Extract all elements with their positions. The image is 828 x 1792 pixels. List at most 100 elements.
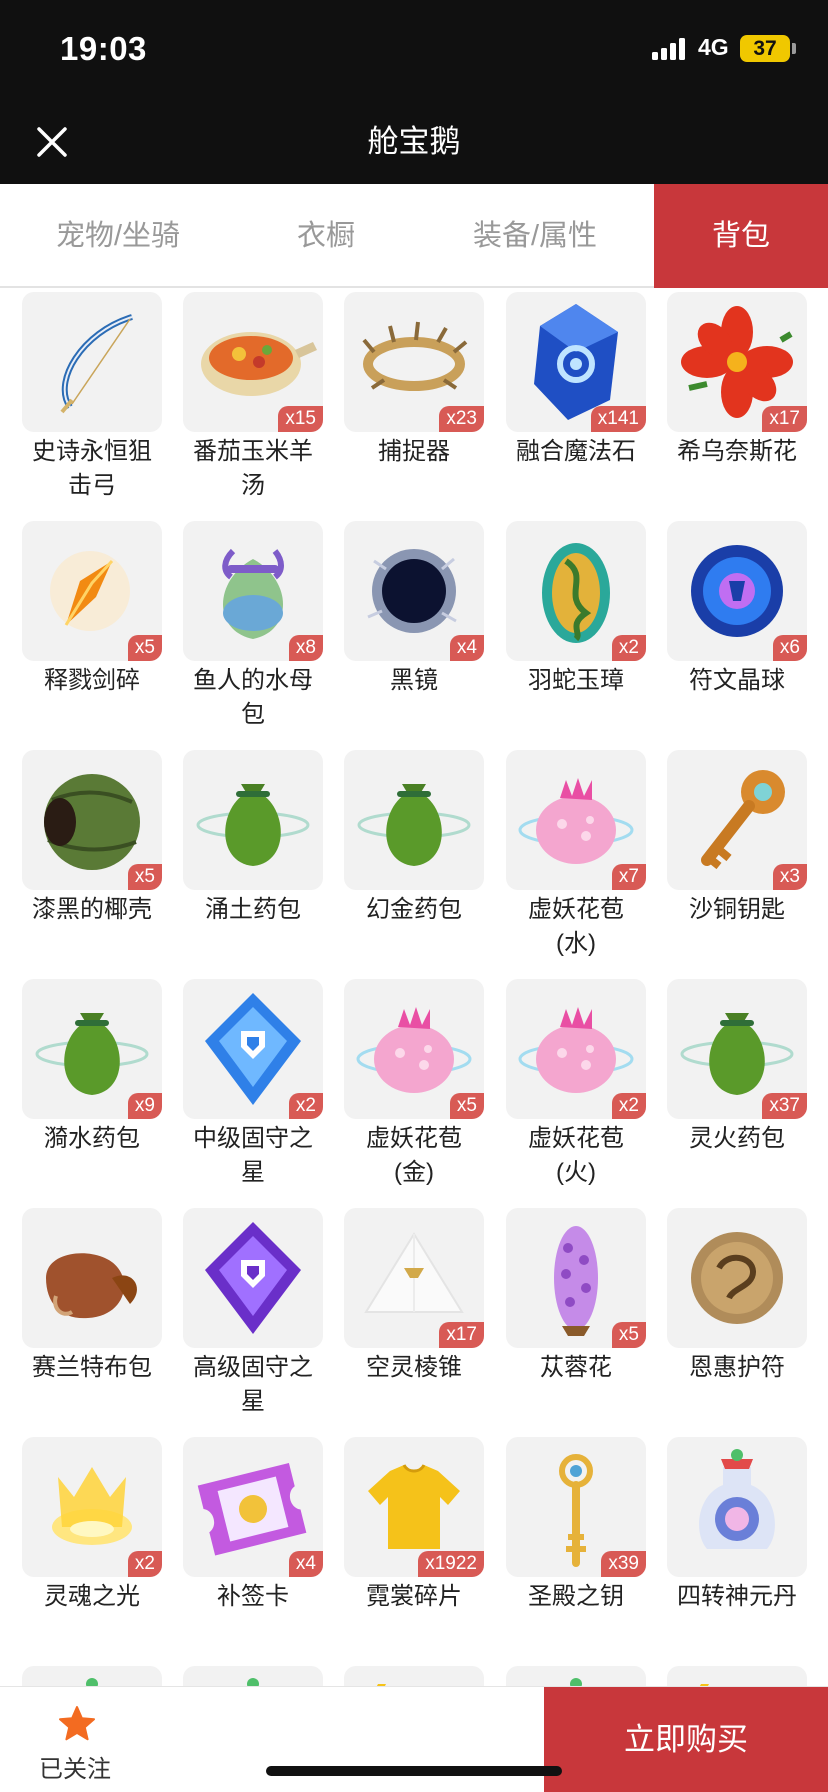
item-name: 霓裳碎片 bbox=[366, 1583, 462, 1610]
item-name: 希乌奈斯花 bbox=[677, 438, 797, 465]
backpack-item[interactable]: x6 符文晶球 bbox=[667, 521, 807, 698]
item-name: 灵火药包 bbox=[689, 1125, 785, 1152]
backpack-item[interactable]: x37 灵火药包 bbox=[667, 979, 807, 1156]
item-thumbnail: x39 bbox=[506, 1437, 646, 1577]
backpack-item[interactable]: 高级固守之 星 bbox=[183, 1208, 323, 1419]
item-count-badge: x7 bbox=[611, 864, 646, 890]
backpack-item[interactable] bbox=[22, 1666, 162, 1686]
status-bar: 19:03 4G 37 bbox=[0, 0, 828, 100]
item-thumbnail bbox=[22, 292, 162, 432]
backpack-item[interactable]: 恩惠护符 bbox=[667, 1208, 807, 1385]
item-count-badge: x23 bbox=[439, 406, 484, 432]
backpack-item[interactable] bbox=[506, 1666, 646, 1686]
lightning-potion-icon bbox=[376, 1684, 386, 1686]
item-count-badge: x5 bbox=[127, 864, 162, 890]
backpack-item[interactable]: x2 灵魂之光 bbox=[22, 1437, 162, 1614]
item-count-badge: x2 bbox=[288, 1093, 323, 1119]
item-name: 四转神元丹 bbox=[677, 1583, 797, 1610]
backpack-item[interactable] bbox=[667, 1666, 807, 1686]
item-thumbnail: x2 bbox=[506, 521, 646, 661]
backpack-item[interactable] bbox=[183, 1666, 323, 1686]
item-thumbnail: x1922 bbox=[344, 1437, 484, 1577]
backpack-item[interactable]: 涌土药包 bbox=[183, 750, 323, 927]
potion-flask-icon bbox=[570, 1678, 582, 1686]
item-name: 黑镜 bbox=[390, 667, 438, 694]
item-name: 灵魂之光 bbox=[44, 1583, 140, 1610]
item-name: 虚妖花苞 (金) bbox=[366, 1125, 462, 1186]
item-count-badge: x6 bbox=[772, 635, 807, 661]
item-count-badge: x2 bbox=[611, 635, 646, 661]
follow-button[interactable]: 已关注 bbox=[0, 1687, 150, 1792]
potion-flask-icon bbox=[86, 1678, 98, 1686]
backpack-item[interactable]: x2 羽蛇玉璋 bbox=[506, 521, 646, 698]
item-thumbnail bbox=[344, 1666, 484, 1686]
item-name: 虚妖花苞 (火) bbox=[528, 1125, 624, 1186]
item-thumbnail: x4 bbox=[183, 1437, 323, 1577]
item-thumbnail bbox=[22, 1208, 162, 1348]
item-name: 空灵棱锥 bbox=[366, 1354, 462, 1381]
backpack-item[interactable]: x5 漆黑的椰壳 bbox=[22, 750, 162, 927]
item-thumbnail bbox=[183, 1208, 323, 1348]
backpack-item[interactable]: x4 补签卡 bbox=[183, 1437, 323, 1614]
backpack-item[interactable]: 幻金药包 bbox=[344, 750, 484, 927]
backpack-item[interactable]: x15 番茄玉米羊 汤 bbox=[183, 292, 323, 503]
nav-bar: 舱宝鹅 bbox=[0, 100, 828, 184]
tab-pets-mounts[interactable]: 宠物/坐骑 bbox=[0, 184, 236, 288]
bottom-bar: 已关注 立即购买 bbox=[0, 1686, 828, 1792]
green-pouch-icon bbox=[357, 784, 471, 866]
bow-icon bbox=[60, 314, 133, 414]
tab-wardrobe[interactable]: 衣橱 bbox=[236, 184, 416, 288]
backpack-item[interactable]: x23 捕捉器 bbox=[344, 292, 484, 469]
item-name: 沙铜钥匙 bbox=[689, 896, 785, 923]
item-count-badge: x5 bbox=[127, 635, 162, 661]
backpack-item[interactable]: x141 融合魔法石 bbox=[506, 292, 646, 469]
backpack-item[interactable]: x4 黑镜 bbox=[344, 521, 484, 698]
stone-amulet-icon bbox=[691, 1232, 783, 1324]
backpack-item[interactable] bbox=[344, 1666, 484, 1686]
potion-flask-icon bbox=[247, 1678, 259, 1686]
close-button[interactable] bbox=[30, 120, 74, 164]
buy-now-button[interactable]: 立即购买 bbox=[544, 1687, 828, 1792]
item-name: 番茄玉米羊 汤 bbox=[193, 438, 313, 499]
item-thumbnail bbox=[22, 1666, 162, 1686]
item-thumbnail: x6 bbox=[667, 521, 807, 661]
backpack-item[interactable]: x5 苁蓉花 bbox=[506, 1208, 646, 1385]
backpack-item[interactable]: x3 沙铜钥匙 bbox=[667, 750, 807, 927]
backpack-item[interactable]: x5 释戮剑碎 bbox=[22, 521, 162, 698]
tab-equipment[interactable]: 装备/属性 bbox=[416, 184, 654, 288]
page-title: 舱宝鹅 bbox=[367, 124, 461, 159]
backpack-item[interactable]: x2 中级固守之 星 bbox=[183, 979, 323, 1190]
item-name: 史诗永恒狙 击弓 bbox=[32, 438, 152, 499]
status-time: 19:03 bbox=[60, 30, 147, 67]
item-thumbnail: x5 bbox=[22, 521, 162, 661]
item-count-badge: x9 bbox=[127, 1093, 162, 1119]
item-name: 虚妖花苞 (水) bbox=[528, 896, 624, 957]
backpack-item[interactable]: x39 圣殿之钥 bbox=[506, 1437, 646, 1614]
backpack-item[interactable]: x17 希乌奈斯花 bbox=[667, 292, 807, 469]
backpack-item[interactable]: x5 虚妖花苞 (金) bbox=[344, 979, 484, 1190]
network-type: 4G bbox=[698, 34, 729, 60]
item-name: 羽蛇玉璋 bbox=[528, 667, 624, 694]
tab-backpack[interactable]: 背包 bbox=[654, 184, 828, 288]
battery-tip bbox=[792, 43, 796, 54]
item-count-badge: x141 bbox=[590, 406, 646, 432]
backpack-item[interactable]: 四转神元丹 bbox=[667, 1437, 807, 1614]
backpack-item[interactable]: 赛兰特布包 bbox=[22, 1208, 162, 1385]
backpack-item[interactable]: x1922 霓裳碎片 bbox=[344, 1437, 484, 1614]
backpack-item[interactable]: x17 空灵棱锥 bbox=[344, 1208, 484, 1385]
backpack-item[interactable]: x9 漪水药包 bbox=[22, 979, 162, 1156]
item-thumbnail: x5 bbox=[506, 1208, 646, 1348]
item-name: 圣殿之钥 bbox=[528, 1583, 624, 1610]
home-indicator bbox=[266, 1766, 562, 1776]
tab-bar: 宠物/坐骑 衣橱 装备/属性 背包 bbox=[0, 184, 828, 288]
item-name: 融合魔法石 bbox=[516, 438, 636, 465]
backpack-item[interactable]: x2 虚妖花苞 (火) bbox=[506, 979, 646, 1190]
item-thumbnail: x37 bbox=[667, 979, 807, 1119]
backpack-item[interactable]: x7 虚妖花苞 (水) bbox=[506, 750, 646, 961]
item-thumbnail: x8 bbox=[183, 521, 323, 661]
backpack-item[interactable]: 史诗永恒狙 击弓 bbox=[22, 292, 162, 503]
backpack-item[interactable]: x8 鱼人的水母 包 bbox=[183, 521, 323, 732]
item-name: 捕捉器 bbox=[378, 438, 450, 465]
item-name: 补签卡 bbox=[217, 1583, 289, 1610]
item-count-badge: x8 bbox=[288, 635, 323, 661]
